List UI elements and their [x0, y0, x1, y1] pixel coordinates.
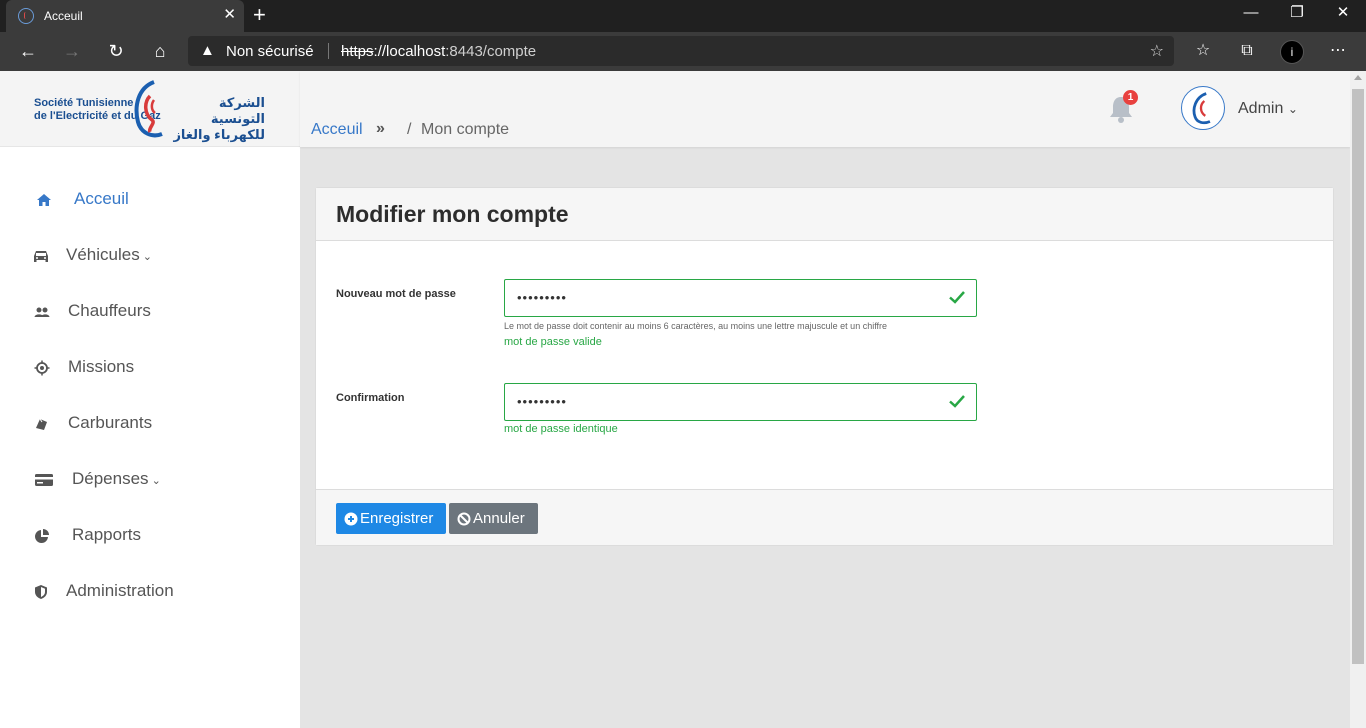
scroll-up-arrow-icon[interactable] [1354, 75, 1362, 80]
chevron-down-icon: ⌄ [142, 251, 152, 263]
refresh-icon[interactable]: ↻ [102, 38, 130, 64]
confirm-password-field[interactable]: ••••••••• [504, 383, 977, 421]
breadcrumb-chevron-icon: » [376, 120, 385, 137]
scrollbar-thumb[interactable] [1352, 89, 1364, 664]
sidebar-item-label: Véhicules ⌄ [66, 245, 152, 265]
sidebar-item-label: Carburants [68, 413, 153, 432]
sidebar-item-label: Missions [68, 357, 135, 376]
url-path: :8443/compte [445, 43, 537, 60]
card-footer: Enregistrer Annuler [316, 489, 1333, 545]
people-icon [34, 307, 50, 317]
chevron-down-icon: ⌄ [1287, 102, 1298, 116]
cancel-button[interactable]: Annuler [449, 503, 538, 534]
user-menu[interactable]: Admin ⌄ [1238, 100, 1298, 118]
collections-icon[interactable]: ⧉ [1235, 39, 1259, 63]
check-icon [949, 395, 965, 408]
browser-toolbar: ← → ↻ ⌂ ▲ Non sécurisé https://localhost… [0, 32, 1366, 71]
page-title: Modifier mon compte [336, 201, 569, 227]
favorite-star-icon[interactable]: ☆ [1150, 41, 1164, 61]
sidebar-item-label: Chauffeurs [68, 301, 151, 320]
breadcrumb-current: Mon compte [421, 121, 510, 138]
address-bar[interactable]: ▲ Non sécurisé https://localhost:8443/co… [188, 36, 1174, 66]
sidebar-item-missions[interactable]: Missions [0, 349, 300, 389]
target-icon [34, 360, 50, 376]
address-separator [328, 43, 329, 59]
profile-icon[interactable]: i [1280, 40, 1304, 64]
favorites-icon[interactable]: ☆ [1191, 39, 1215, 63]
confirmation-label: Confirmation [336, 392, 405, 404]
breadcrumb-separator: / [407, 121, 412, 138]
sidebar-item-chauffeurs[interactable]: Chauffeurs [0, 293, 300, 333]
shield-icon [35, 585, 47, 599]
sidebar-item-acceuil[interactable]: Acceuil [0, 181, 300, 221]
logo-ar-line1: الشركة التونسية [210, 95, 265, 126]
plus-circle-icon [344, 512, 358, 526]
cancel-label: Annuler [473, 510, 525, 527]
ban-icon [457, 512, 471, 526]
page: Société Tunisienne de l'Electricité et d… [0, 71, 1350, 728]
security-label[interactable]: Non sécurisé [226, 43, 314, 60]
logo-ar-line2: للكهرباء والغاز [173, 127, 265, 142]
notification-badge: 1 [1123, 90, 1138, 105]
chevron-down-icon: ⌄ [151, 475, 161, 487]
sidebar-item-carburants[interactable]: Carburants [0, 405, 300, 445]
sidebar-item-label: Dépenses ⌄ [72, 469, 161, 489]
home-browser-icon[interactable]: ⌂ [146, 38, 174, 64]
steg-logo-icon [134, 80, 163, 138]
new-password-field[interactable]: ••••••••• [504, 279, 977, 317]
home-icon [37, 194, 51, 206]
save-button[interactable]: Enregistrer [336, 503, 446, 534]
restore-icon[interactable]: ❐ [1274, 2, 1320, 24]
steg-avatar-icon [1192, 92, 1211, 125]
password-valid-message: mot de passe valide [504, 336, 602, 348]
url-host: ://localhost [373, 43, 446, 60]
sidebar-item-vehicules[interactable]: Véhicules ⌄ [0, 237, 300, 277]
sidebar-item-depenses[interactable]: Dépenses ⌄ [0, 461, 300, 501]
tab-title: Acceuil [44, 9, 83, 23]
sidebar: Société Tunisienne de l'Electricité et d… [0, 71, 300, 728]
back-arrow-icon[interactable]: ← [14, 38, 42, 64]
fuel-icon [36, 418, 47, 430]
sidebar-item-text: Dépenses [72, 469, 149, 488]
top-bar: Acceuil » / Mon compte 1 Admin ⌄ [300, 71, 1350, 147]
url-scheme: https [341, 43, 374, 60]
browser-tab[interactable]: Acceuil ✕ [6, 0, 244, 32]
password-label: Nouveau mot de passe [336, 288, 456, 300]
logo-name-ar: الشركة التونسية للكهرباء والغاز [165, 95, 265, 143]
sidebar-item-text: Véhicules [66, 245, 140, 264]
user-name: Admin [1238, 100, 1284, 117]
favicon-icon [18, 8, 34, 24]
password-value: ••••••••• [517, 290, 567, 305]
browser-tab-bar: Acceuil ✕ + — ❐ ✕ [0, 0, 1366, 32]
more-menu-icon[interactable]: ⋯ [1326, 39, 1350, 63]
sidebar-item-label: Administration [66, 581, 174, 600]
confirm-valid-message: mot de passe identique [504, 423, 618, 435]
sidebar-item-administration[interactable]: Administration [0, 573, 300, 613]
card-header: Modifier mon compte [316, 188, 1333, 241]
confirm-value: ••••••••• [517, 394, 567, 409]
page-scrollbar[interactable] [1350, 71, 1366, 728]
password-hint: Le mot de passe doit contenir au moins 6… [504, 321, 888, 331]
breadcrumb-home-link[interactable]: Acceuil [311, 121, 363, 139]
avatar[interactable] [1181, 86, 1225, 130]
minimize-icon[interactable]: — [1228, 2, 1274, 24]
tab-close-icon[interactable]: ✕ [223, 7, 236, 23]
account-form-card: Modifier mon compte Nouveau mot de passe… [315, 187, 1334, 546]
new-tab-button[interactable]: + [253, 3, 266, 27]
sidebar-item-rapports[interactable]: Rapports [0, 517, 300, 557]
sidebar-item-label: Acceuil [74, 189, 129, 208]
save-label: Enregistrer [360, 510, 434, 527]
url-text[interactable]: https://localhost:8443/compte [341, 43, 536, 60]
car-icon [34, 251, 48, 262]
check-icon [949, 291, 965, 304]
forward-arrow-icon[interactable]: → [58, 38, 86, 64]
sidebar-item-label: Rapports [72, 525, 141, 544]
warning-icon[interactable]: ▲ [200, 42, 215, 59]
logo[interactable]: Société Tunisienne de l'Electricité et d… [0, 71, 300, 147]
credit-card-icon [35, 474, 53, 486]
pie-chart-icon [35, 529, 49, 543]
window-close-icon[interactable]: ✕ [1320, 2, 1366, 24]
